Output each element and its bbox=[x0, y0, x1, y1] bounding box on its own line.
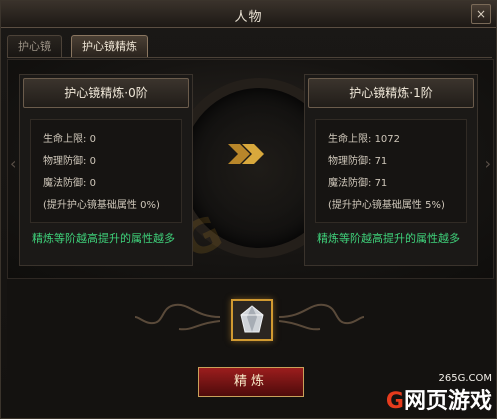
stat-physical-defense-value: 0 bbox=[89, 156, 96, 167]
refine-item-slot[interactable] bbox=[231, 299, 273, 341]
left-scroll-arrow-icon: ‹ bbox=[10, 154, 17, 173]
next-stat-physical-defense-value: 71 bbox=[374, 156, 388, 167]
current-stats-box: 生命上限: 0 物理防御: 0 魔法防御: 0 (提升护心镜基础属性 0%) bbox=[30, 119, 182, 223]
next-stat-hp: 生命上限: 1072 bbox=[328, 134, 401, 145]
next-stat-physical-defense-label: 物理防御 bbox=[328, 156, 368, 167]
window-title: 人物 bbox=[234, 10, 263, 25]
refine-note: 精炼等阶越高提升的属性越多 bbox=[32, 232, 175, 245]
stat-magic-defense: 魔法防御: 0 bbox=[43, 178, 96, 189]
titlebar: 人物 × bbox=[1, 1, 496, 28]
next-stat-magic-defense-label: 魔法防御 bbox=[328, 178, 368, 189]
tab-bar: 护心镜 护心镜精炼 bbox=[7, 35, 492, 58]
filigree-right-ornament bbox=[279, 303, 364, 331]
next-level-panel: 护心镜精炼·1阶 生命上限: 1072 物理防御: 71 魔法防御: 71 (提… bbox=[304, 74, 478, 266]
stat-physical-defense-label: 物理防御 bbox=[43, 156, 83, 167]
upgrade-arrow-icon bbox=[228, 144, 264, 164]
stat-hp: 生命上限: 0 bbox=[43, 134, 96, 145]
current-level-header: 护心镜精炼·0阶 bbox=[23, 78, 189, 108]
tab-heart-mirror[interactable]: 护心镜 bbox=[7, 35, 62, 57]
stat-hp-value: 0 bbox=[89, 134, 96, 145]
crystal-gem-icon bbox=[240, 305, 264, 333]
next-stats-box: 生命上限: 1072 物理防御: 71 魔法防御: 71 (提升护心镜基础属性 … bbox=[315, 119, 467, 223]
site-watermark: 265G.COM G网页游戏 bbox=[362, 373, 492, 418]
next-refine-note: 精炼等阶越高提升的属性越多 bbox=[317, 232, 460, 245]
tab-heart-mirror-refine[interactable]: 护心镜精炼 bbox=[71, 35, 148, 57]
next-stat-hp-label: 生命上限 bbox=[328, 134, 368, 145]
next-stat-hp-value: 1072 bbox=[374, 134, 401, 145]
next-stat-magic-defense: 魔法防御: 71 bbox=[328, 178, 388, 189]
stat-physical-defense: 物理防御: 0 bbox=[43, 156, 96, 167]
watermark-logo-g: G bbox=[385, 389, 404, 414]
next-level-header: 护心镜精炼·1阶 bbox=[308, 78, 474, 108]
stat-hp-label: 生命上限 bbox=[43, 134, 83, 145]
close-button[interactable]: × bbox=[471, 4, 491, 24]
right-scroll-arrow-icon: › bbox=[484, 154, 491, 173]
refine-stage: G ‹ › 护心镜精炼·0阶 生命上限: 0 物理防御: 0 魔法防御: 0 (… bbox=[7, 59, 494, 279]
current-level-panel: 护心镜精炼·0阶 生命上限: 0 物理防御: 0 魔法防御: 0 (提升护心镜基… bbox=[19, 74, 193, 266]
stat-magic-defense-value: 0 bbox=[89, 178, 96, 189]
next-stat-magic-defense-value: 71 bbox=[374, 178, 388, 189]
watermark-logo-text: G网页游戏 bbox=[386, 383, 492, 415]
next-stat-bonus: (提升护心镜基础属性 5%) bbox=[328, 200, 445, 211]
stat-bonus: (提升护心镜基础属性 0%) bbox=[43, 200, 160, 211]
filigree-left-ornament bbox=[135, 303, 220, 331]
character-window: 人物 × 护心镜 护心镜精炼 G ‹ › 护心镜精炼·0阶 生命上限: 0 物理… bbox=[0, 0, 497, 419]
stat-magic-defense-label: 魔法防御 bbox=[43, 178, 83, 189]
refine-button[interactable]: 精炼 bbox=[198, 367, 304, 397]
next-stat-physical-defense: 物理防御: 71 bbox=[328, 156, 388, 167]
watermark-logo-label: 网页游戏 bbox=[403, 389, 492, 414]
